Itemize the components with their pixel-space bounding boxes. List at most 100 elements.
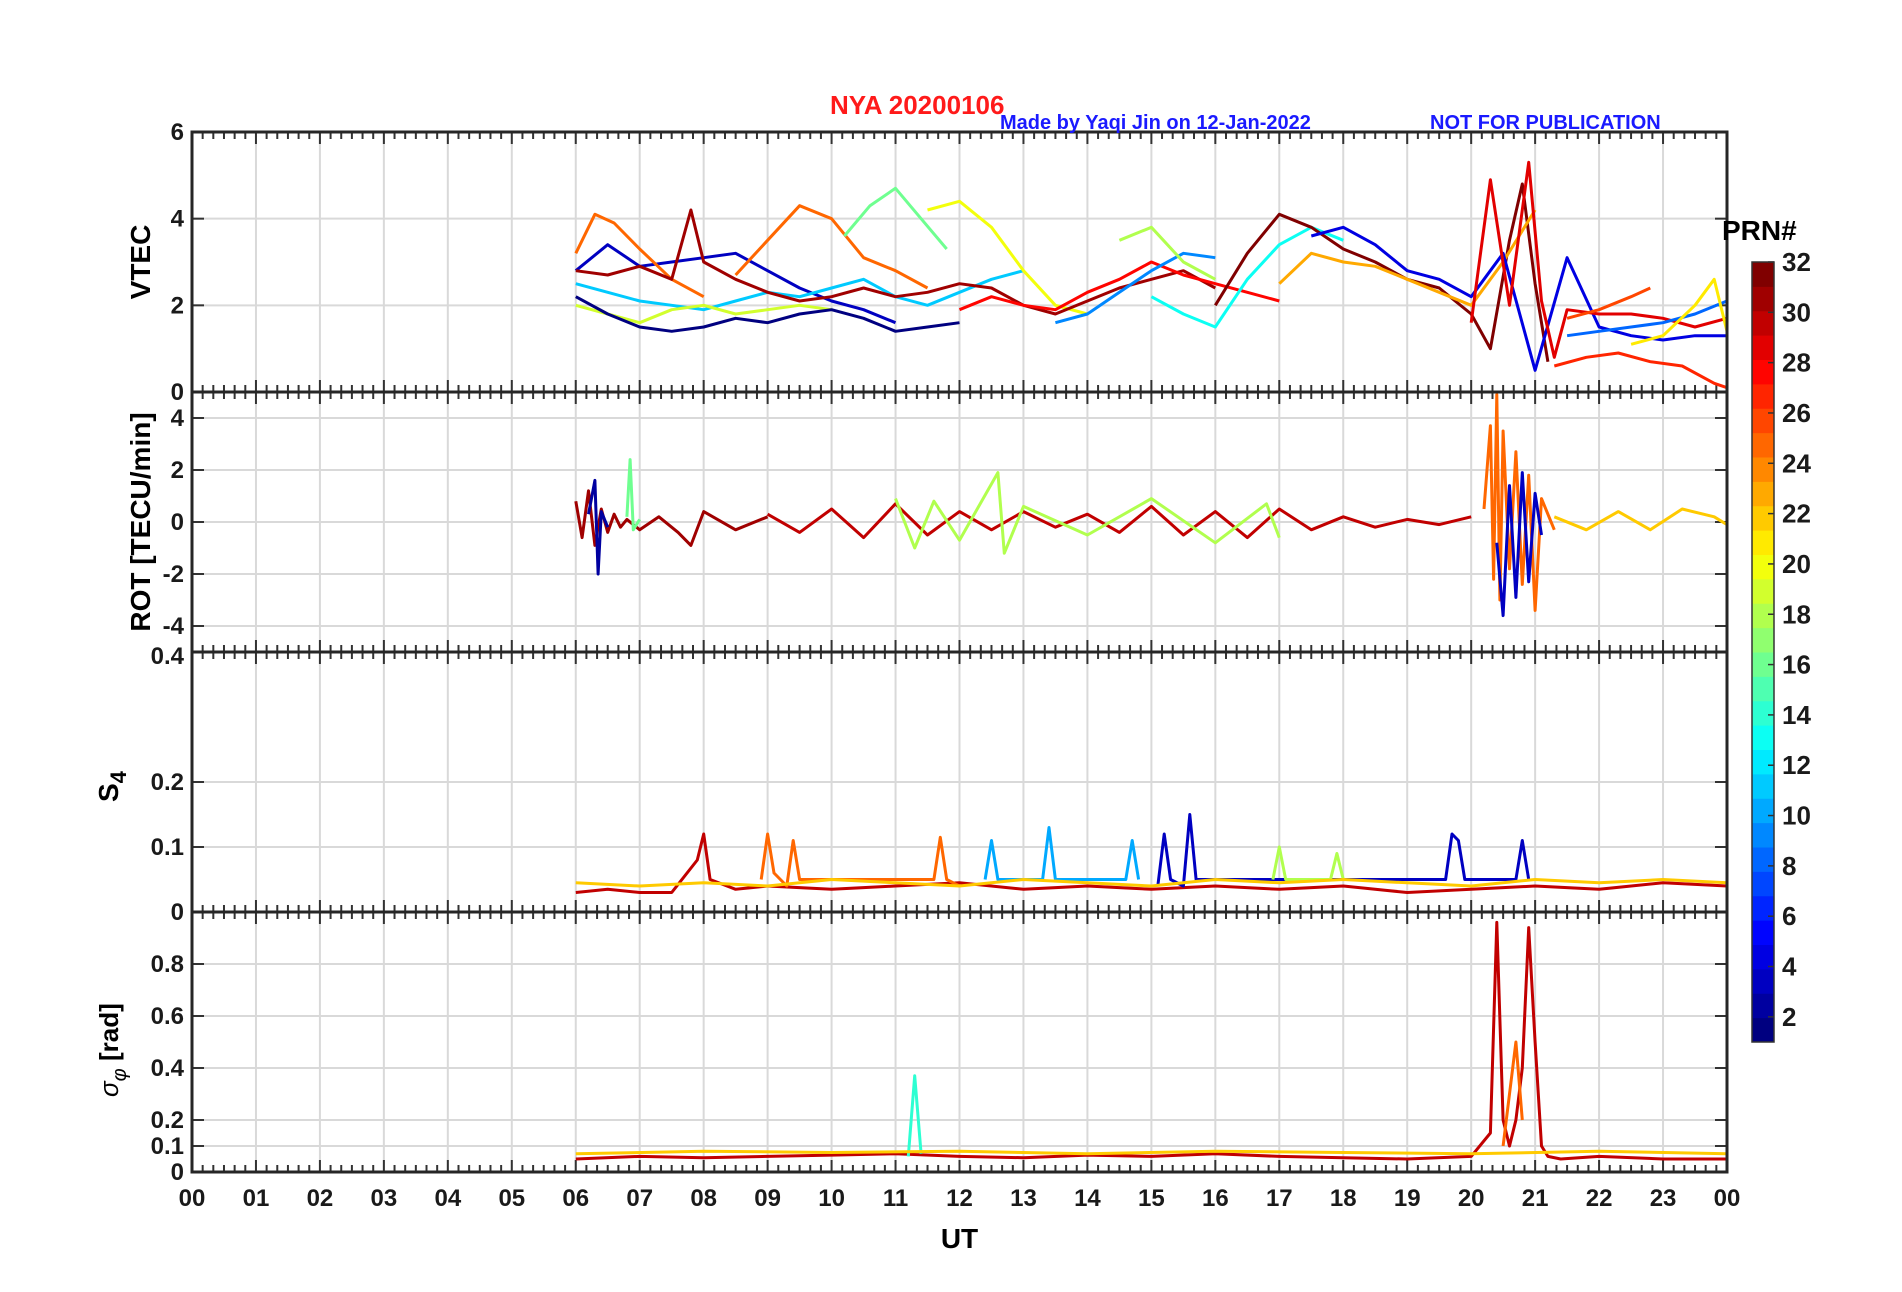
colorbar-tick-label: 2	[1782, 1002, 1796, 1032]
xtick-label: 17	[1266, 1185, 1293, 1212]
s4-series-prn18	[1271, 845, 1345, 881]
colorbar-segment	[1752, 725, 1774, 750]
colorbar-segment	[1752, 457, 1774, 482]
colorbar-tick-label: 12	[1782, 750, 1811, 780]
colorbar-segment	[1752, 505, 1774, 531]
colorbar-segment	[1752, 578, 1774, 604]
xtick-label: 00	[179, 1185, 206, 1212]
colorbar-segment	[1752, 993, 1774, 1019]
colorbar-segment	[1752, 847, 1774, 872]
xtick-label: 15	[1138, 1185, 1165, 1212]
xtick-label: 06	[562, 1185, 589, 1212]
colorbar-segment	[1752, 530, 1774, 555]
xtick-label: 04	[434, 1185, 461, 1212]
xtick-label: 12	[946, 1185, 973, 1212]
vtec-series-prn27	[1553, 351, 1728, 390]
xtick-label: 03	[371, 1185, 398, 1212]
colorbar-tick-label: 18	[1782, 599, 1811, 629]
colorbar-segment	[1752, 773, 1774, 799]
figure: 0246VTEC-4-2024ROT [TECU/min]00.10.20.4S…	[93, 119, 1811, 1254]
rot-ytick-label: -4	[163, 613, 185, 640]
xtick-label: 10	[818, 1185, 845, 1212]
colorbar-tick-label: 14	[1782, 700, 1811, 730]
rot-series-prn25	[1482, 393, 1556, 612]
colorbar-tick-label: 22	[1782, 499, 1811, 529]
colorbar-segment	[1752, 432, 1774, 458]
vtec-series-prn32	[1214, 182, 1550, 362]
credit-text: Made by Yaqi Jin on 12-Jan-2022	[1000, 112, 1311, 134]
sigma-ytick-label: 0.4	[151, 1055, 185, 1082]
xtick-label: 19	[1394, 1185, 1421, 1212]
colorbar-segment	[1752, 481, 1774, 507]
xtick-label: 21	[1522, 1185, 1549, 1212]
xtick-label: 02	[307, 1185, 334, 1212]
xtick-label: 14	[1074, 1185, 1101, 1212]
colorbar-tick-label: 32	[1782, 247, 1811, 277]
colorbar-segment	[1752, 676, 1774, 702]
s4-ylabel-subscript: 4	[106, 770, 131, 783]
colorbar-tick-label: 28	[1782, 348, 1811, 378]
s4-ytick-label: 0.4	[151, 643, 185, 670]
sigma-ytick-label: 0.6	[151, 1003, 184, 1030]
xtick-label: 07	[626, 1185, 653, 1212]
colorbar-segment	[1752, 262, 1774, 287]
xtick-label: 01	[243, 1185, 270, 1212]
sigma-series-prn14	[906, 1074, 923, 1157]
chart-title: NYA 20200106	[830, 90, 1005, 120]
s4-ytick-label: 0.1	[151, 834, 184, 861]
rot-ytick-label: 4	[171, 405, 185, 432]
xtick-label: 00	[1714, 1185, 1741, 1212]
colorbar-segment	[1752, 968, 1774, 994]
colorbar-segment	[1752, 286, 1774, 312]
xtick-label: 20	[1458, 1185, 1485, 1212]
sigma-symbol: σ	[94, 1080, 124, 1097]
sigma-ytick-label: 0.8	[151, 951, 184, 978]
xtick-label: 16	[1202, 1185, 1229, 1212]
s4-series-prn10	[983, 826, 1141, 881]
rot-ylabel: ROT [TECU/min]	[125, 412, 156, 631]
sigma-ytick-label: 0.1	[151, 1133, 184, 1160]
colorbar-segment	[1752, 700, 1774, 726]
colorbar-tick-label: 30	[1782, 297, 1811, 327]
colorbar-tick-label: 26	[1782, 398, 1811, 428]
colorbar-segment	[1752, 944, 1774, 970]
notice-text: NOT FOR PUBLICATION	[1430, 112, 1661, 134]
sigma-unit: [rad]	[94, 1003, 124, 1068]
colorbar-segment	[1752, 310, 1774, 336]
rot-ytick-label: 2	[171, 457, 184, 484]
colorbar-tick-label: 24	[1782, 448, 1811, 478]
rot-series-prn30	[766, 502, 1472, 540]
xtick-label: 22	[1586, 1185, 1613, 1212]
xtick-label: 08	[690, 1185, 717, 1212]
colorbar-segment	[1752, 798, 1774, 824]
colorbar-segment	[1752, 383, 1774, 409]
sigma-series-prn22	[575, 1149, 1728, 1156]
colorbar-tick-label: 8	[1782, 851, 1796, 881]
xtick-label: 11	[883, 1185, 908, 1212]
xtick-label: 05	[498, 1185, 525, 1212]
vtec-ytick-label: 6	[171, 119, 184, 146]
xaxis-label: UT	[941, 1223, 978, 1254]
s4-ytick-label: 0.2	[151, 769, 184, 796]
colorbar-tick-label: 4	[1782, 952, 1797, 982]
rot-ytick-label: 0	[171, 509, 184, 536]
rot-series-prn22	[1553, 507, 1728, 532]
xtick-label: 13	[1010, 1185, 1037, 1212]
s4-series-prn25	[759, 832, 961, 888]
vtec-ylabel: VTEC	[125, 225, 156, 300]
vtec-ytick-label: 2	[171, 292, 184, 319]
colorbar-segment	[1752, 1017, 1774, 1043]
colorbar-segment	[1752, 627, 1774, 653]
vtec-ytick-label: 4	[171, 206, 185, 233]
vtec-series-prn4	[1310, 225, 1727, 372]
colorbar-tick-label: 16	[1782, 650, 1811, 680]
colorbar-tick-label: 6	[1782, 901, 1796, 931]
sigma-ytick-label: 0	[171, 1159, 184, 1186]
colorbar-segment	[1752, 335, 1774, 360]
vtec-series-prn13	[1150, 225, 1344, 329]
colorbar-tick-label: 10	[1782, 801, 1811, 831]
s4-ylabel: S4	[93, 770, 131, 802]
colorbar-tick-label: 20	[1782, 549, 1811, 579]
phi-subscript: φ	[109, 1068, 131, 1081]
colorbar-segment	[1752, 554, 1774, 580]
